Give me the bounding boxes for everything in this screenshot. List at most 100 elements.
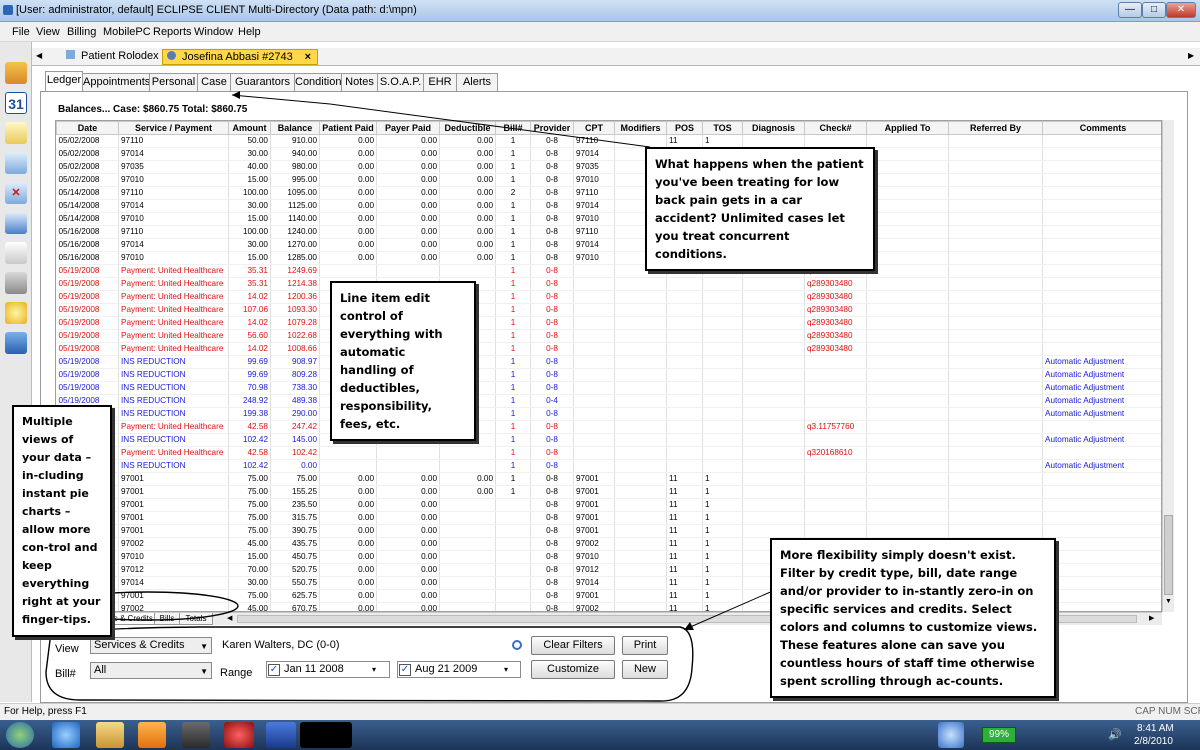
table-row[interactable]: 05/14/2008 97110 100.00 1095.00 0.00 0.00 0.00… <box>56 186 1161 200</box>
calendar-dropdown-icon[interactable]: ▾ <box>372 665 376 674</box>
table-row[interactable]: 97001 75.00 390.75 0.00 0.00 0-8 97001 11 1 <box>56 524 1161 538</box>
network-icon[interactable] <box>938 722 964 748</box>
column-header[interactable]: Amount <box>228 121 271 135</box>
rolodex-icon[interactable] <box>5 62 27 84</box>
explorer-icon[interactable] <box>96 722 124 748</box>
tab-alerts[interactable]: Alerts <box>456 73 498 91</box>
clock-time[interactable]: 8:41 AM <box>1137 723 1174 734</box>
window-icon[interactable] <box>5 212 27 234</box>
view-select[interactable]: Services & Credits ▼ <box>90 637 212 654</box>
column-header[interactable]: POS <box>666 121 703 135</box>
tab-personal[interactable]: Personal <box>149 73 198 91</box>
print-icon[interactable] <box>5 272 27 294</box>
column-header[interactable]: Deductible <box>439 121 496 135</box>
column-header[interactable]: CPT <box>573 121 615 135</box>
eclipse-icon[interactable] <box>224 722 254 748</box>
print-button[interactable]: Print <box>622 636 668 655</box>
table-row[interactable]: INS REDUCTION 102.42 145.00 1 0-8 Automatic A… <box>56 433 1161 447</box>
column-header[interactable]: Bill# <box>495 121 531 135</box>
tab-guarantors[interactable]: Guarantors <box>230 73 295 91</box>
column-header[interactable]: Comments <box>1042 121 1161 135</box>
column-header[interactable]: Balance <box>270 121 320 135</box>
menu-mobilepc[interactable]: MobilePC <box>103 26 151 38</box>
menu-window[interactable]: Window <box>194 26 233 38</box>
column-header[interactable]: Provider <box>530 121 574 135</box>
table-row[interactable]: 05/19/2008 INS REDUCTION 99.69 809.28 1 0-8 Au… <box>56 368 1161 382</box>
table-row[interactable]: 05/02/2008 97014 30.00 940.00 0.00 0.00 0.00 1 0… <box>56 147 1161 161</box>
table-row[interactable]: 05/19/2008 INS REDUCTION 99.69 908.97 1 0-8 Au… <box>56 355 1161 369</box>
table-row[interactable]: 05/19/2008 Payment: United Healthcare 14.0… <box>56 290 1161 304</box>
menu-billing[interactable]: Billing <box>67 26 96 38</box>
tab-bills[interactable]: Bills <box>154 613 180 625</box>
eclipse-window-icon[interactable] <box>266 722 296 748</box>
tab-totals[interactable]: Totals <box>179 613 213 625</box>
table-row[interactable]: 05/19/2008 INS REDUCTION 70.98 738.30 1 0-8 Au… <box>56 381 1161 395</box>
tab-soap[interactable]: S.O.A.P. <box>377 73 424 91</box>
menu-help[interactable]: Help <box>238 26 261 38</box>
table-row[interactable]: 97001 75.00 75.00 0.00 0.00 0.00 1 0-8 97001 11 1 <box>56 472 1161 486</box>
column-header[interactable]: Applied To <box>866 121 949 135</box>
tab-case[interactable]: Case <box>197 73 231 91</box>
clear-filters-button[interactable]: Clear Filters <box>531 636 615 655</box>
calendar-dropdown-icon[interactable]: ▾ <box>504 665 508 674</box>
report-icon[interactable] <box>5 242 27 264</box>
table-row[interactable]: Payment: United Healthcare 42.58 247.42 1 0-… <box>56 420 1161 434</box>
attach-icon[interactable] <box>512 640 522 650</box>
media-player-icon[interactable] <box>138 722 166 748</box>
app-icon[interactable] <box>182 722 210 748</box>
table-row[interactable]: 05/16/2008 97010 15.00 1285.00 0.00 0.00 0.00 1… <box>56 251 1161 265</box>
scroll-down-arrow-icon[interactable]: ▼ <box>1165 598 1172 605</box>
column-header[interactable]: Patient Paid <box>319 121 377 135</box>
tab-patient-josefina[interactable]: Josefina Abbasi #2743 × <box>162 49 318 65</box>
table-row[interactable]: 97001 75.00 315.75 0.00 0.00 0-8 97001 11 1 <box>56 511 1161 525</box>
maximize-button[interactable]: □ <box>1142 2 1166 18</box>
tab-ehr[interactable]: EHR <box>423 73 457 91</box>
table-row[interactable]: 05/14/2008 97014 30.00 1125.00 0.00 0.00 0.00 1… <box>56 199 1161 213</box>
tab-ledger[interactable]: Ledger <box>45 71 83 91</box>
to-date-picker[interactable]: Aug 21 2009 <box>397 661 521 678</box>
table-row[interactable]: 05/19/2008INS REDUCTION199.38290.0010-8A… <box>56 407 1161 421</box>
menu-file[interactable]: File <box>12 26 30 38</box>
table-row[interactable]: 05/02/2008 97035 40.00 980.00 0.00 0.00 0.00 1 0… <box>56 160 1161 174</box>
table-row[interactable]: 05/16/2008 97014 30.00 1270.00 0.00 0.00 0.00 1… <box>56 238 1161 252</box>
table-row[interactable]: 05/02/2008 97110 50.00 910.00 0.00 0.00 0.00 1 0… <box>56 134 1161 148</box>
column-header[interactable]: Date <box>56 121 119 135</box>
table-row[interactable]: 05/19/2008 Payment: United Healthcare 107.… <box>56 303 1161 317</box>
scroll-thumb[interactable] <box>1164 515 1173 595</box>
table-row[interactable]: 05/02/2008 97010 15.00 995.00 0.00 0.00 0.00 1 0… <box>56 173 1161 187</box>
column-header[interactable]: Check# <box>804 121 867 135</box>
table-row[interactable]: 05/19/2008 Payment: United Healthcare 35.3… <box>56 277 1161 291</box>
ie-icon[interactable] <box>52 722 80 748</box>
tab-appointments[interactable]: Appointments <box>82 73 150 91</box>
table-row[interactable]: 05/19/2008 Payment: United Healthcare 35.3… <box>56 264 1161 278</box>
delete-icon[interactable]: ✕ <box>5 182 27 204</box>
active-window-button[interactable] <box>300 722 352 748</box>
tab-notes[interactable]: Notes <box>341 73 378 91</box>
start-button[interactable] <box>6 722 34 748</box>
calendar-icon[interactable]: 31 <box>5 92 27 114</box>
clock-date[interactable]: 2/8/2010 <box>1134 736 1173 747</box>
book-icon[interactable] <box>5 332 27 354</box>
notes-icon[interactable] <box>5 122 27 144</box>
column-header[interactable]: Payer Paid <box>376 121 440 135</box>
tab-close-icon[interactable]: × <box>305 51 311 63</box>
table-row[interactable]: 97001 75.00 155.25 0.00 0.00 0.00 1 0-8 97001 11 1 <box>56 485 1161 499</box>
column-header[interactable]: Referred By <box>948 121 1043 135</box>
table-row[interactable]: 05/19/2008 Payment: United Healthcare 56.6… <box>56 329 1161 343</box>
table-row[interactable]: 05/19/2008 Payment: United Healthcare 14.0… <box>56 342 1161 356</box>
to-date-checkbox[interactable]: ✓ <box>399 664 411 676</box>
minimize-button[interactable]: — <box>1118 2 1142 18</box>
close-button[interactable]: ✕ <box>1166 2 1196 18</box>
grid-vertical-scrollbar[interactable]: ▼ <box>1162 120 1174 612</box>
table-row[interactable]: 05/14/2008 97010 15.00 1140.00 0.00 0.00 0.00 1… <box>56 212 1161 226</box>
column-header[interactable]: Modifiers <box>614 121 667 135</box>
table-row[interactable]: 05/19/2008 Payment: United Healthcare 14.0… <box>56 316 1161 330</box>
table-row[interactable]: INS REDUCTION 102.42 0.00 1 0-8 Automatic Adj… <box>56 459 1161 473</box>
menu-view[interactable]: View <box>36 26 60 38</box>
battery-indicator[interactable]: 99% <box>982 727 1016 743</box>
table-row[interactable]: 05/19/2008 INS REDUCTION 248.92 489.38 1 0-4 A… <box>56 394 1161 408</box>
table-row[interactable]: 97001 75.00 235.50 0.00 0.00 0-8 97001 11 1 <box>56 498 1161 512</box>
column-header[interactable]: Diagnosis <box>742 121 805 135</box>
hscroll-right-arrow-icon[interactable]: ▶ <box>1149 614 1154 622</box>
tab-condition[interactable]: Condition <box>294 73 342 91</box>
